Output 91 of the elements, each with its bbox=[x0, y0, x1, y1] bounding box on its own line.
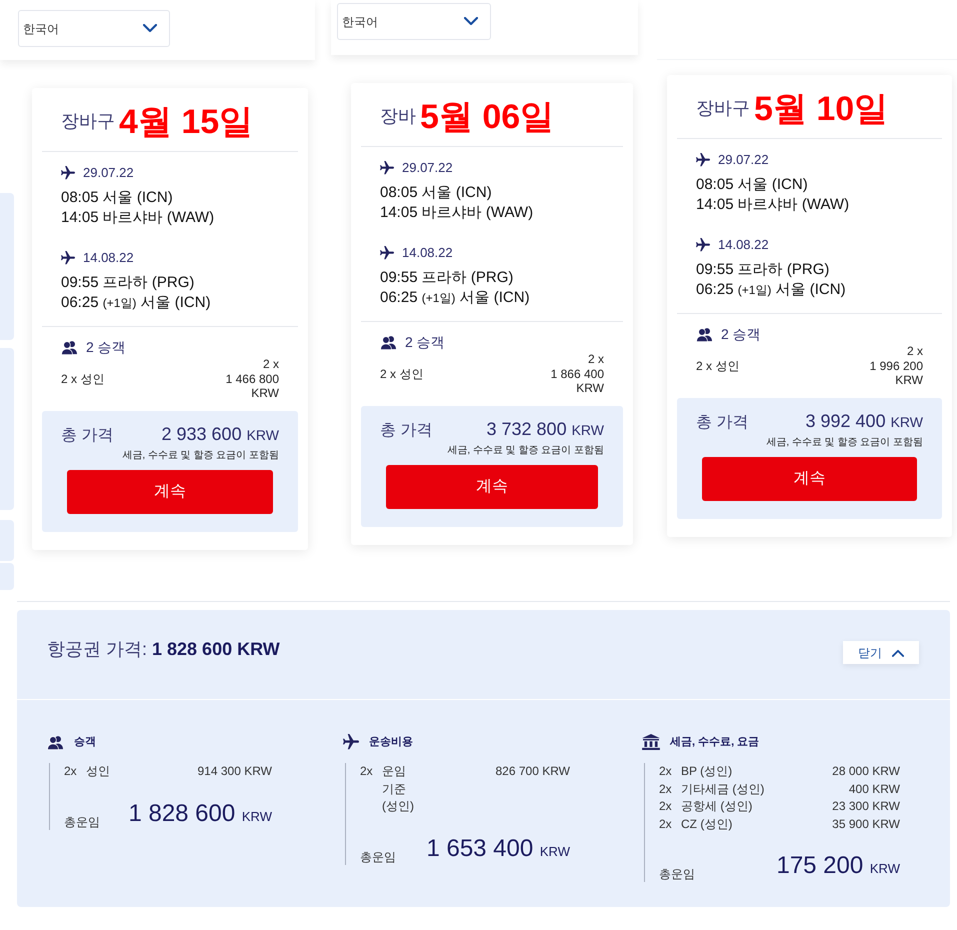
flight-time-line: 14:05 바르샤바 (WAW) bbox=[696, 195, 850, 215]
fare-label: 기타세금 (성인) bbox=[681, 780, 764, 798]
fare-count: 2x bbox=[64, 763, 78, 780]
fare-count: 2x bbox=[360, 763, 374, 780]
flight-time-line: 14:05 바르샤바 (WAW) bbox=[380, 203, 534, 223]
passenger-count: 2 승객 bbox=[405, 332, 445, 352]
fare-amount: 28 000 KRW bbox=[832, 763, 900, 780]
language-dropdown[interactable]: 한국어 bbox=[337, 3, 491, 40]
passenger-count: 2 승객 bbox=[86, 338, 126, 356]
flight-date: 29.07.22 bbox=[83, 164, 134, 182]
chevron-down-icon bbox=[143, 24, 157, 33]
flight-time-line: 14:05 바르샤바 (WAW) bbox=[61, 208, 214, 228]
passengers-icon bbox=[47, 734, 64, 750]
total-fare-label: 총운임 bbox=[360, 850, 396, 864]
flight-time-line: 06:25 (+1일) 서울 (ICN) bbox=[380, 288, 530, 308]
section-title: 운송비용 bbox=[369, 734, 413, 750]
fare-amount: 914 300 KRW bbox=[198, 763, 272, 780]
flight-date: 14.08.22 bbox=[718, 236, 769, 254]
flight-date: 29.07.22 bbox=[402, 159, 453, 178]
passenger-price: 2 x 1 866 400 KRW bbox=[550, 352, 604, 396]
date-annotation: 5월 10일 bbox=[754, 88, 888, 128]
flight-date: 14.08.22 bbox=[402, 244, 453, 262]
total-price: 3 732 800 KRW bbox=[486, 418, 604, 440]
flight-time-line: 06:25 (+1일) 서울 (ICN) bbox=[61, 293, 211, 313]
date-annotation: 4월 15일 bbox=[119, 102, 254, 142]
airplane-icon bbox=[61, 251, 75, 265]
flight-date: 29.07.22 bbox=[718, 151, 769, 170]
passengers-icon bbox=[61, 340, 78, 354]
fare-title: 항공권 가격: 1 828 600 KRW bbox=[47, 638, 280, 661]
tax-note: 세금, 수수료 및 할증 요금이 포함됨 bbox=[765, 436, 923, 450]
tax-note: 세금, 수수료 및 할증 요금이 포함됨 bbox=[121, 448, 279, 462]
passenger-type: 2 x 성인 bbox=[380, 366, 424, 383]
passenger-type: 2 x 성인 bbox=[696, 358, 740, 375]
language-dropdown[interactable]: 한국어 bbox=[18, 10, 170, 47]
fare-label: 운임 기준 (성인) bbox=[382, 763, 415, 815]
flight-time-line: 09:55 프라하 (PRG) bbox=[61, 273, 194, 293]
bank-icon bbox=[642, 734, 660, 750]
total-fare: 1 828 600 KRW bbox=[128, 800, 272, 828]
airplane-icon bbox=[696, 153, 710, 167]
fare-count: 2x bbox=[659, 780, 673, 798]
flight-time-line: 09:55 프라하 (PRG) bbox=[696, 260, 830, 280]
cart-title: 장바구 bbox=[696, 97, 750, 120]
passenger-price: 2 x 1 466 800 KRW bbox=[226, 357, 279, 400]
total-price: 2 933 600 KRW bbox=[162, 422, 279, 446]
fare-amount: 400 KRW bbox=[848, 780, 900, 798]
passengers-icon bbox=[696, 326, 713, 342]
fare-count: 2x bbox=[659, 816, 673, 832]
flight-time-line: 08:05 서울 (ICN) bbox=[61, 188, 173, 208]
cart-title: 장바 bbox=[380, 105, 416, 128]
flight-time-line: 09:55 프라하 (PRG) bbox=[380, 268, 514, 288]
chevron-down-icon bbox=[464, 17, 478, 26]
total-fare: 1 653 400 KRW bbox=[426, 836, 570, 864]
passenger-price: 2 x 1 996 200 KRW bbox=[870, 344, 923, 388]
total-label: 총 가격 bbox=[380, 420, 432, 440]
airplane-icon bbox=[696, 238, 710, 252]
flight-time-line: 08:05 서울 (ICN) bbox=[696, 175, 808, 195]
airplane-icon bbox=[61, 166, 75, 180]
flight-time-line: 06:25 (+1일) 서울 (ICN) bbox=[696, 280, 846, 300]
flight-date: 14.08.22 bbox=[83, 249, 134, 268]
airplane-icon bbox=[380, 246, 394, 260]
airplane-icon bbox=[343, 734, 359, 750]
total-label: 총 가격 bbox=[696, 412, 748, 432]
total-price: 3 992 400 KRW bbox=[806, 410, 923, 432]
total-fare-label: 총운임 bbox=[64, 814, 100, 830]
fare-label: 공항세 (성인) bbox=[681, 798, 752, 815]
continue-button[interactable]: 계속 bbox=[67, 470, 273, 514]
total-label: 총 가격 bbox=[61, 426, 114, 446]
total-fare-label: 총운임 bbox=[659, 867, 695, 882]
section-title: 승객 bbox=[74, 734, 96, 750]
tax-note: 세금, 수수료 및 할증 요금이 포함됨 bbox=[446, 444, 604, 458]
fare-amount: 35 900 KRW bbox=[832, 816, 900, 832]
passenger-count: 2 승객 bbox=[721, 324, 761, 344]
chevron-up-icon bbox=[892, 648, 904, 656]
close-button[interactable]: 닫기 bbox=[843, 641, 919, 664]
flight-time-line: 08:05 서울 (ICN) bbox=[380, 183, 492, 203]
total-fare: 175 200 KRW bbox=[776, 853, 900, 881]
passenger-type: 2 x 성인 bbox=[61, 370, 104, 388]
fare-count: 2x bbox=[659, 763, 673, 780]
fare-amount: 23 300 KRW bbox=[832, 798, 900, 815]
cart-title: 장바구 bbox=[61, 110, 115, 133]
fare-label: 성인 bbox=[86, 763, 110, 780]
fare-amount: 826 700 KRW bbox=[496, 763, 570, 780]
fare-count: 2x bbox=[659, 798, 673, 815]
date-annotation: 5월 06일 bbox=[420, 96, 554, 136]
continue-button[interactable]: 계속 bbox=[386, 464, 598, 508]
continue-button[interactable]: 계속 bbox=[702, 456, 917, 500]
airplane-icon bbox=[380, 161, 394, 175]
fare-label: CZ (성인) bbox=[681, 816, 732, 832]
section-title: 세금, 수수료, 요금 bbox=[670, 734, 760, 750]
passengers-icon bbox=[380, 334, 397, 350]
fare-label: BP (성인) bbox=[681, 763, 732, 780]
